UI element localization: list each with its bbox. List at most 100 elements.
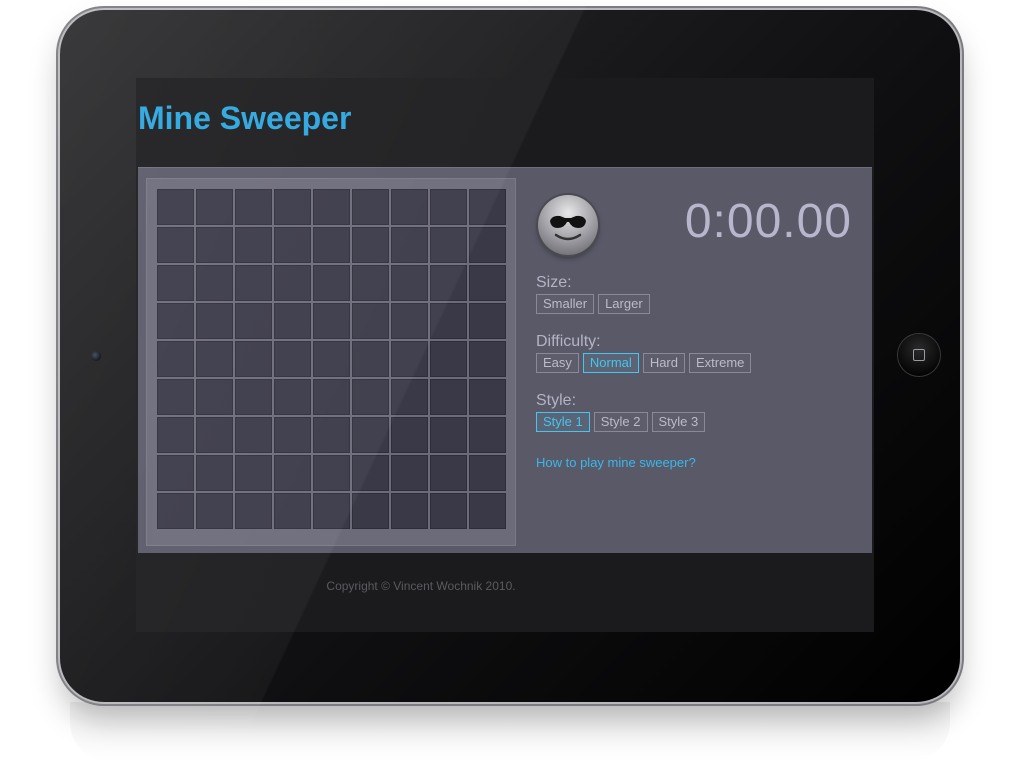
size-buttons: Smaller Larger [536,294,650,314]
mine-cell[interactable] [274,227,311,263]
mine-cell[interactable] [235,265,272,301]
mine-cell[interactable] [235,189,272,225]
mine-cell[interactable] [157,493,194,529]
mine-cell[interactable] [469,341,506,377]
mine-cell[interactable] [274,303,311,339]
mine-cell[interactable] [391,493,428,529]
sunglasses-smiley-icon [550,215,586,241]
mine-cell[interactable] [313,379,350,415]
mine-cell[interactable] [196,265,233,301]
page-title: Mine Sweeper [138,100,352,136]
difficulty-extreme-button[interactable]: Extreme [689,353,752,373]
mine-cell[interactable] [391,189,428,225]
style-3-button[interactable]: Style 3 [651,412,706,432]
home-button[interactable] [898,334,940,376]
mine-cell[interactable] [274,341,311,377]
mine-cell[interactable] [391,379,428,415]
camera-icon [91,351,101,361]
mine-cell[interactable] [274,379,311,415]
mine-cell[interactable] [430,417,467,453]
mine-cell[interactable] [352,455,389,491]
mine-cell[interactable] [391,341,428,377]
style-2-button[interactable]: Style 2 [593,412,648,432]
mine-cell[interactable] [391,265,428,301]
style-1-button[interactable]: Style 1 [536,412,590,432]
mine-cell[interactable] [196,227,233,263]
mine-cell[interactable] [157,265,194,301]
size-smaller-button[interactable]: Smaller [536,294,595,314]
mine-cell[interactable] [235,303,272,339]
mine-cell[interactable] [274,493,311,529]
mine-cell[interactable] [235,493,272,529]
screen: Mine Sweeper 0:00.00 Size: Smaller Large… [136,78,874,632]
mine-cell[interactable] [235,341,272,377]
mine-cell[interactable] [157,189,194,225]
mine-cell[interactable] [352,493,389,529]
mine-cell[interactable] [469,417,506,453]
mine-cell[interactable] [391,227,428,263]
mine-cell[interactable] [469,455,506,491]
mine-cell[interactable] [352,379,389,415]
mine-cell[interactable] [313,227,350,263]
mine-cell[interactable] [157,303,194,339]
mine-cell[interactable] [469,265,506,301]
mine-cell[interactable] [274,265,311,301]
mine-cell[interactable] [196,417,233,453]
mine-cell[interactable] [274,417,311,453]
mine-cell[interactable] [157,341,194,377]
mine-cell[interactable] [430,189,467,225]
size-larger-button[interactable]: Larger [598,294,650,314]
mine-cell[interactable] [157,455,194,491]
mine-cell[interactable] [196,455,233,491]
mine-cell[interactable] [274,189,311,225]
mine-cell[interactable] [235,455,272,491]
mine-cell[interactable] [313,455,350,491]
difficulty-hard-button[interactable]: Hard [642,353,685,373]
mine-cell[interactable] [391,455,428,491]
mine-cell[interactable] [235,379,272,415]
mine-cell[interactable] [469,379,506,415]
mine-cell[interactable] [430,379,467,415]
mine-cell[interactable] [430,265,467,301]
mine-cell[interactable] [313,189,350,225]
mine-cell[interactable] [313,417,350,453]
mine-cell[interactable] [313,303,350,339]
mine-cell[interactable] [391,303,428,339]
mine-cell[interactable] [196,303,233,339]
game-panel: 0:00.00 Size: Smaller Larger Difficulty:… [138,167,872,553]
mine-cell[interactable] [430,303,467,339]
mine-cell[interactable] [157,379,194,415]
difficulty-normal-button[interactable]: Normal [582,353,639,373]
mine-cell[interactable] [313,493,350,529]
mine-cell[interactable] [430,227,467,263]
mine-cell[interactable] [157,227,194,263]
mine-cell[interactable] [196,189,233,225]
difficulty-easy-button[interactable]: Easy [536,353,579,373]
mine-cell[interactable] [430,341,467,377]
mine-cell[interactable] [196,379,233,415]
mine-cell[interactable] [274,455,311,491]
mine-cell[interactable] [235,417,272,453]
mine-cell[interactable] [469,189,506,225]
style-buttons: Style 1 Style 2 Style 3 [536,412,706,432]
mine-cell[interactable] [469,303,506,339]
mine-cell[interactable] [313,341,350,377]
mine-cell[interactable] [196,493,233,529]
mine-cell[interactable] [352,227,389,263]
mine-cell[interactable] [352,189,389,225]
mine-cell[interactable] [352,341,389,377]
mine-cell[interactable] [352,417,389,453]
mine-cell[interactable] [313,265,350,301]
mine-cell[interactable] [469,227,506,263]
mine-cell[interactable] [430,455,467,491]
mine-cell[interactable] [469,493,506,529]
mine-cell[interactable] [235,227,272,263]
mine-cell[interactable] [196,341,233,377]
how-to-play-link[interactable]: How to play mine sweeper? [536,455,696,470]
mine-cell[interactable] [430,493,467,529]
mine-cell[interactable] [391,417,428,453]
mine-cell[interactable] [352,265,389,301]
mine-cell[interactable] [157,417,194,453]
mine-cell[interactable] [352,303,389,339]
new-game-smiley-button[interactable] [538,195,598,255]
